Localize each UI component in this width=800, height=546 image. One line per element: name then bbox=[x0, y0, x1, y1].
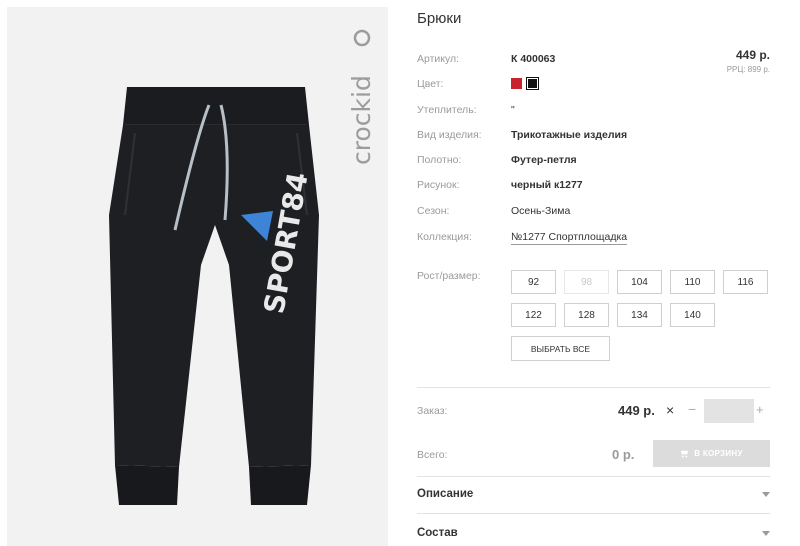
recommended-price: РРЦ: 899 р. bbox=[726, 65, 770, 74]
quantity-increment-button[interactable]: + bbox=[756, 402, 764, 417]
collection-link[interactable]: №1277 Спортплощадка bbox=[511, 231, 628, 245]
spec-label-type: Вид изделия: bbox=[417, 129, 482, 141]
chevron-down-icon[interactable] bbox=[762, 492, 770, 497]
spec-label-season: Сезон: bbox=[417, 205, 450, 217]
spec-label-collection: Коллекция: bbox=[417, 231, 472, 243]
order-label: Заказ: bbox=[417, 405, 448, 417]
spec-value-season: Осень-Зима bbox=[511, 205, 571, 217]
spec-label-article: Артикул: bbox=[417, 53, 460, 65]
spec-label-insulation: Утеплитель: bbox=[417, 104, 477, 116]
size-option-104[interactable]: 104 bbox=[617, 270, 662, 294]
select-all-button[interactable]: ВЫБРАТЬ ВСЕ bbox=[511, 336, 610, 361]
cart-icon bbox=[681, 450, 689, 458]
add-to-cart-button[interactable]: В КОРЗИНУ bbox=[653, 440, 770, 467]
pants-illustration: SPORT84 bbox=[109, 87, 319, 505]
divider bbox=[417, 476, 770, 477]
section-description[interactable]: Описание bbox=[417, 488, 473, 500]
section-composition[interactable]: Состав bbox=[417, 527, 458, 539]
spec-label-pattern: Рисунок: bbox=[417, 179, 460, 191]
total-value: 0 р. bbox=[612, 447, 635, 462]
size-option-92[interactable]: 92 bbox=[511, 270, 556, 294]
divider bbox=[417, 387, 770, 388]
spec-value-article: К 400063 bbox=[511, 53, 556, 65]
color-swatch-red[interactable] bbox=[511, 78, 522, 89]
spec-value-fabric: Футер-петля bbox=[511, 154, 577, 166]
size-option-134[interactable]: 134 bbox=[617, 303, 662, 327]
product-price: 449 р. bbox=[735, 48, 770, 62]
order-price: 449 р. bbox=[618, 403, 655, 418]
spec-label-fabric: Полотно: bbox=[417, 154, 462, 166]
product-title: Брюки bbox=[417, 10, 462, 27]
total-label: Всего: bbox=[417, 449, 448, 461]
spec-value-type: Трикотажные изделия bbox=[511, 129, 628, 141]
product-image[interactable]: crockid SPORT84 bbox=[7, 7, 388, 546]
divider bbox=[417, 513, 770, 514]
size-option-116[interactable]: 116 bbox=[723, 270, 768, 294]
quantity-input[interactable] bbox=[704, 399, 754, 423]
size-option-128[interactable]: 128 bbox=[564, 303, 609, 327]
color-swatch-black[interactable] bbox=[526, 77, 539, 90]
brand-logo: crockid bbox=[347, 29, 376, 165]
size-label: Рост/размер: bbox=[417, 270, 481, 282]
size-option-98: 98 bbox=[564, 270, 609, 294]
times-icon: × bbox=[666, 402, 675, 418]
size-option-122[interactable]: 122 bbox=[511, 303, 556, 327]
spec-value-pattern: черный к1277 bbox=[511, 179, 583, 191]
add-to-cart-label: В КОРЗИНУ bbox=[694, 449, 743, 458]
spec-label-color: Цвет: bbox=[417, 78, 444, 90]
quantity-decrement-button[interactable]: − bbox=[688, 401, 696, 417]
spec-value-insulation: " bbox=[511, 104, 515, 116]
size-option-140[interactable]: 140 bbox=[670, 303, 715, 327]
chevron-down-icon[interactable] bbox=[762, 531, 770, 536]
brand-logo-text: crockid bbox=[347, 75, 376, 165]
size-option-110[interactable]: 110 bbox=[670, 270, 715, 294]
